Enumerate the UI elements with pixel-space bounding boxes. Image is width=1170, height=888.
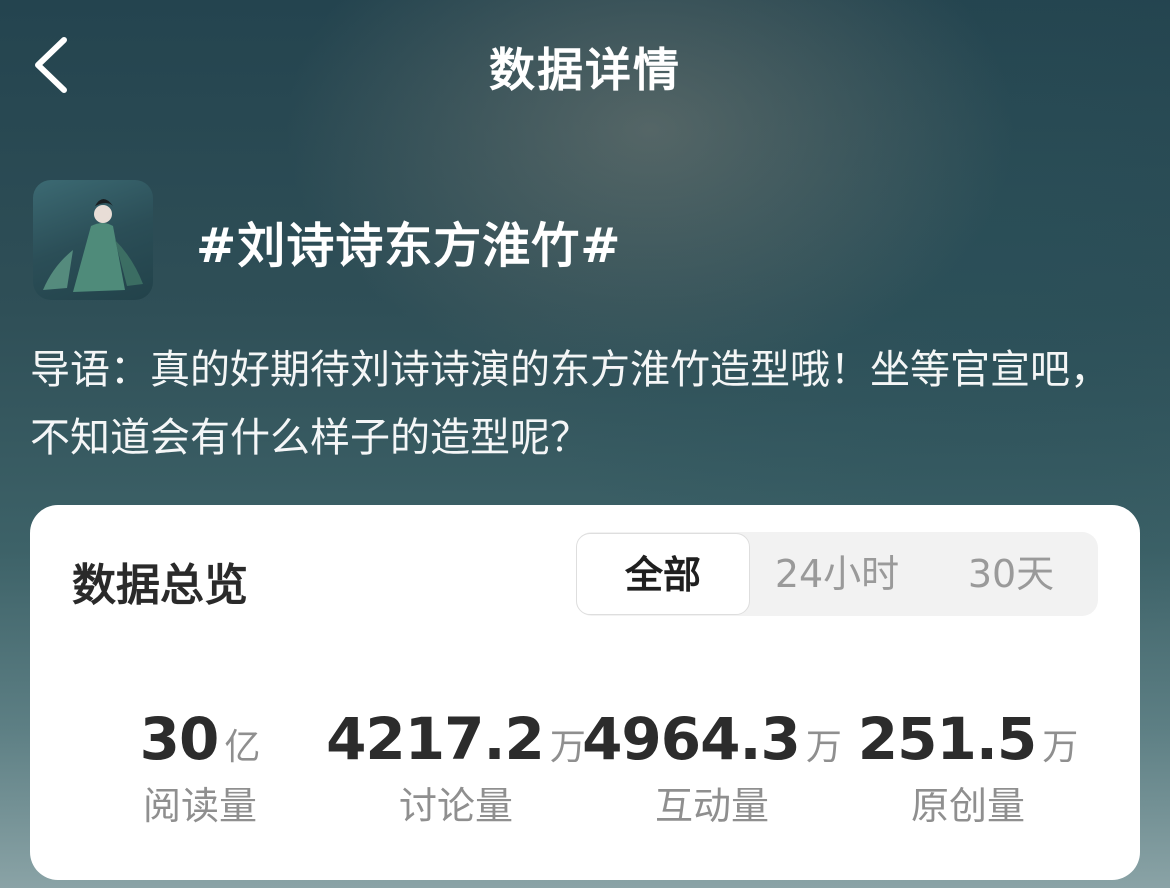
stat-read-unit: 亿 [224,727,261,768]
stat-original: 251.5 万 原创量 [838,705,1098,830]
stat-interact-unit: 万 [805,727,842,768]
tab-30d[interactable]: 30天 [924,532,1098,616]
stat-discuss-unit: 万 [549,727,586,768]
topic-intro: 导语：真的好期待刘诗诗演的东方淮竹造型哦！坐等官宣吧，不知道会有什么样子的造型呢… [30,347,1110,461]
tab-all[interactable]: 全部 [576,533,750,615]
stat-discuss-value: 4217.2 [326,705,545,773]
stat-original-unit: 万 [1042,727,1079,768]
stat-read-value: 30 [139,705,220,773]
stat-interact-label: 互动量 [654,784,769,828]
stat-read: 30 亿 阅读量 [70,705,330,830]
time-range-tabs: 全部 24小时 30天 [576,532,1098,616]
overview-card: 数据总览 全部 24小时 30天 30 亿 阅读量 4217.2 万 讨论量 496… [30,505,1140,880]
stat-discuss: 4217.2 万 讨论量 [326,705,586,830]
page-title: 数据详情 [489,43,681,97]
stat-original-value: 251.5 [857,705,1037,773]
stat-discuss-label: 讨论量 [398,784,513,828]
stat-interact-value: 4964.3 [582,705,801,773]
overview-title: 数据总览 [72,560,248,611]
tab-24h[interactable]: 24小时 [750,532,924,616]
stat-original-label: 原创量 [910,784,1025,828]
stat-interact: 4964.3 万 互动量 [582,705,842,830]
stat-read-label: 阅读量 [142,784,257,828]
topic-avatar[interactable] [33,180,153,300]
topic-title: #刘诗诗东方淮竹# [196,218,622,274]
